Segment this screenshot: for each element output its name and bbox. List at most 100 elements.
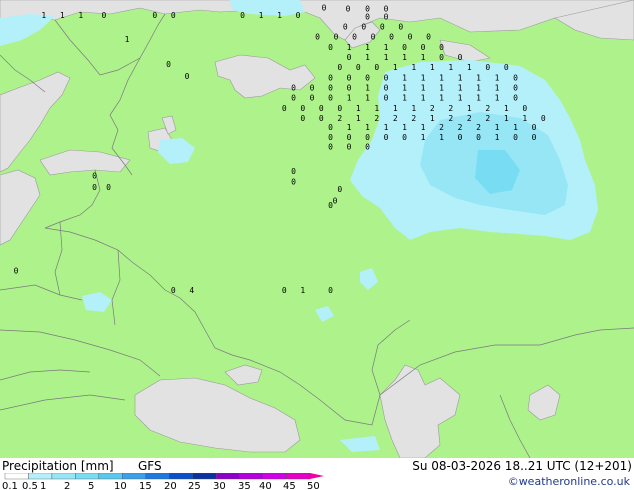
precip-value: 0 (291, 84, 296, 93)
legend-swatch (28, 473, 53, 480)
precip-value: 0 (282, 104, 287, 113)
legend-swatch (262, 473, 287, 480)
legend-swatch (122, 473, 146, 480)
precip-value: 0 (240, 11, 245, 20)
precip-value: 0 (328, 43, 333, 52)
precip-value: 0 (310, 94, 315, 103)
precip-value: 0 (347, 53, 352, 62)
map-title: Precipitation [mm] (2, 459, 114, 473)
precip-value: 0 (402, 43, 407, 52)
legend-label: 15 (139, 481, 152, 490)
precip-value: 1 (365, 53, 370, 62)
precip-value: 1 (467, 63, 472, 72)
precip-value: 1 (78, 11, 83, 20)
precip-value: 1 (421, 94, 426, 103)
precip-value: 0 (384, 84, 389, 93)
precip-value: 0 (426, 33, 431, 42)
precip-value: 1 (384, 43, 389, 52)
precip-value: 0 (328, 133, 333, 142)
precip-value: 0 (532, 133, 537, 142)
precip-value: 2 (467, 114, 472, 123)
credit-link[interactable]: ©weatheronline.co.uk (508, 475, 630, 489)
precip-value: 1 (41, 11, 46, 20)
precip-value: 0 (300, 114, 305, 123)
precip-value: 0 (347, 73, 352, 82)
precip-value: 0 (389, 33, 394, 42)
precip-value: 1 (411, 104, 416, 113)
precip-value: 0 (532, 123, 537, 132)
legend-swatch (98, 473, 123, 480)
precip-value: 1 (439, 84, 444, 93)
precip-value: 1 (495, 73, 500, 82)
model-name: GFS (138, 459, 162, 473)
precip-value: 0 (476, 133, 481, 142)
precip-value: 0 (458, 53, 463, 62)
precip-value: 2 (485, 104, 490, 113)
precip-value: 0 (334, 33, 339, 42)
precip-value: 0 (541, 114, 546, 123)
precip-value: 0 (522, 104, 527, 113)
precip-value: 0 (152, 11, 157, 20)
precip-value: 1 (365, 43, 370, 52)
precip-value: 0 (513, 133, 518, 142)
precip-value: 0 (328, 201, 333, 210)
precip-value: 1 (476, 73, 481, 82)
precip-value: 1 (402, 53, 407, 62)
precip-value: 2 (448, 114, 453, 123)
precip-value: 1 (430, 63, 435, 72)
precip-value: 0 (166, 60, 171, 69)
precip-value: 1 (448, 63, 453, 72)
precip-value: 0 (356, 63, 361, 72)
precip-value: 0 (282, 286, 287, 295)
precip-value: 0 (439, 53, 444, 62)
precip-value: 2 (393, 114, 398, 123)
precip-value: 0 (291, 177, 296, 186)
legend-label: 0.1 (2, 481, 18, 490)
precip-value: 1 (439, 133, 444, 142)
precip-value: 2 (337, 114, 342, 123)
precip-value: 1 (402, 123, 407, 132)
precip-value: 4 (189, 286, 194, 295)
precip-value: 0 (365, 133, 370, 142)
precip-value: 0 (296, 11, 301, 20)
precip-value: 0 (106, 183, 111, 192)
precip-value: 0 (337, 63, 342, 72)
legend-label: 5 (88, 481, 94, 490)
legend-label: 2 (64, 481, 70, 490)
legend-swatch (286, 473, 311, 480)
precip-value: 1 (504, 104, 509, 113)
precip-value: 0 (347, 133, 352, 142)
precip-value: 1 (495, 84, 500, 93)
precip-value: 2 (430, 104, 435, 113)
precip-value: 1 (421, 123, 426, 132)
precip-value: 0 (328, 286, 333, 295)
precip-value: 0 (319, 114, 324, 123)
precip-value: 1 (125, 35, 130, 44)
precip-value: 0 (361, 23, 366, 32)
precip-value: 0 (352, 33, 357, 42)
precip-value: 1 (60, 11, 65, 20)
precip-value: 1 (374, 104, 379, 113)
precip-value: 0 (346, 4, 351, 13)
precip-value: 0 (291, 167, 296, 176)
precip-value: 1 (356, 104, 361, 113)
precip-value: 0 (347, 84, 352, 93)
legend-label: 25 (188, 481, 201, 490)
legend-swatch (215, 473, 240, 480)
map-footer: Precipitation [mm] GFS Su 08-03-2026 18.… (0, 458, 634, 490)
precip-value: 2 (476, 123, 481, 132)
legend-label: 40 (259, 481, 272, 490)
precip-value: 0 (380, 23, 385, 32)
legend-swatch (51, 473, 76, 480)
precip-value: 0 (513, 73, 518, 82)
precip-value: 0 (402, 133, 407, 142)
precip-value: 1 (439, 73, 444, 82)
precip-value: 1 (458, 73, 463, 82)
precip-value: 0 (328, 142, 333, 151)
precip-value: 0 (439, 43, 444, 52)
precip-value: 0 (322, 3, 327, 12)
legend-swatch (192, 473, 217, 480)
precip-value: 0 (92, 172, 97, 181)
precip-value: 1 (421, 53, 426, 62)
precip-value: 0 (504, 63, 509, 72)
